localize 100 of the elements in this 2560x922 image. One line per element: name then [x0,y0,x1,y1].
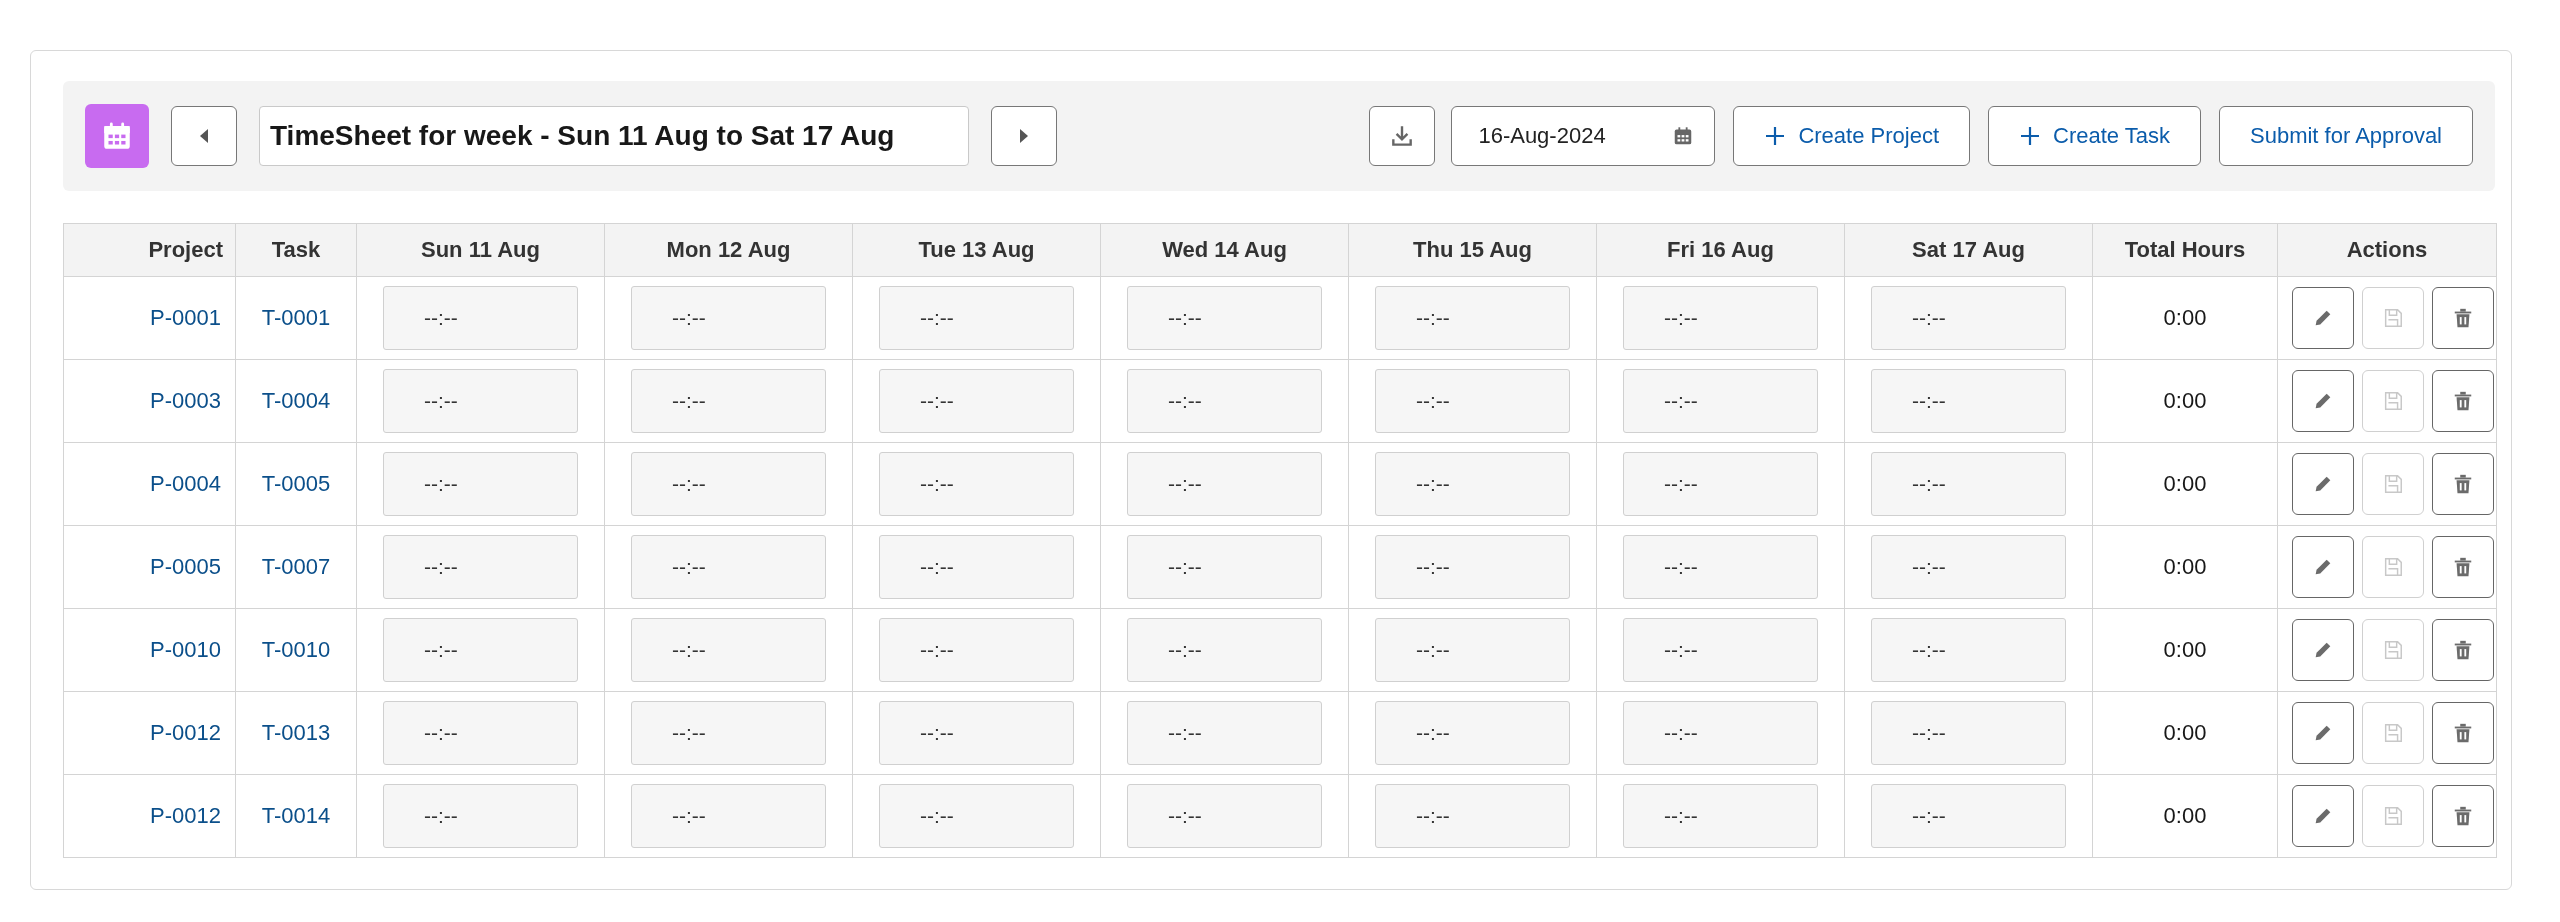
time-input-field[interactable]: --:-- [1127,784,1322,848]
action-button[interactable] [2292,785,2354,847]
time-input-field[interactable]: --:-- [1127,369,1322,433]
action-button[interactable] [2292,287,2354,349]
task-link[interactable]: T-0001 [261,305,331,330]
time-input-field[interactable]: --:-- [1375,701,1570,765]
column-header: Thu 15 Aug [1348,223,1597,277]
time-input-field[interactable]: --:-- [383,784,578,848]
toolbar-button[interactable]: Submit for Approval [2219,106,2473,166]
time-input-field[interactable]: --:-- [631,535,826,599]
project-link[interactable]: P-0010 [150,637,221,662]
time-input-field[interactable]: --:-- [631,286,826,350]
time-input-field[interactable]: --:-- [1375,286,1570,350]
week-title-field[interactable]: TimeSheet for week - Sun 11 Aug to Sat 17 Aug [259,106,969,166]
column-header: Tue 13 Aug [852,223,1101,277]
action-button[interactable] [2432,785,2494,847]
action-button[interactable] [2432,619,2494,681]
action-button[interactable] [2432,287,2494,349]
time-input-field[interactable]: --:-- [1871,286,2066,350]
previous-week-button[interactable] [171,106,237,166]
project-link[interactable]: P-0005 [150,554,221,579]
time-input-field[interactable]: --:-- [1871,535,2066,599]
task-link[interactable]: T-0014 [261,803,331,828]
action-button[interactable] [2432,536,2494,598]
download-button[interactable] [1369,106,1436,166]
task-link[interactable]: T-0013 [261,720,331,745]
time-input-field[interactable]: --:-- [383,535,578,599]
time-input-field[interactable]: --:-- [1127,618,1322,682]
plus-icon [2019,125,2042,147]
time-input-field[interactable]: --:-- [1623,286,1818,350]
time-input-field[interactable]: --:-- [1375,452,1570,516]
time-input-field[interactable]: --:-- [631,618,826,682]
column-header: Fri 16 Aug [1596,223,1845,277]
time-input-field[interactable]: --:-- [1375,618,1570,682]
action-button[interactable] [2292,619,2354,681]
time-input-field[interactable]: --:-- [1623,701,1818,765]
total-hours: 0:00 [2163,305,2207,330]
time-input-field[interactable]: --:-- [1871,701,2066,765]
task-link[interactable]: T-0007 [261,554,331,579]
time-input-field[interactable]: --:-- [879,618,1074,682]
column-header: Sun 11 Aug [356,223,605,277]
time-input-field[interactable]: --:-- [879,286,1074,350]
time-input-field[interactable]: --:-- [631,701,826,765]
action-button[interactable] [2432,453,2494,515]
time-input-field[interactable]: --:-- [1871,784,2066,848]
time-input-field[interactable]: --:-- [879,535,1074,599]
trash-icon [2452,390,2474,412]
action-button[interactable] [2292,453,2354,515]
project-link[interactable]: P-0012 [150,803,221,828]
time-input-field[interactable]: --:-- [1623,535,1818,599]
time-input-field[interactable]: --:-- [383,369,578,433]
time-input-field[interactable]: --:-- [879,369,1074,433]
total-hours: 0:00 [2163,471,2207,496]
time-input-field[interactable]: --:-- [631,452,826,516]
toolbar-button[interactable]: Create Task [1988,106,2201,166]
task-link[interactable]: T-0010 [261,637,331,662]
time-input-field[interactable]: --:-- [631,784,826,848]
action-button[interactable] [2292,702,2354,764]
column-header: Mon 12 Aug [604,223,853,277]
time-input-field[interactable]: --:-- [383,452,578,516]
time-input-field[interactable]: --:-- [383,701,578,765]
time-input-field[interactable]: --:-- [383,286,578,350]
next-week-button[interactable] [991,106,1057,166]
project-link[interactable]: P-0012 [150,720,221,745]
time-input-field[interactable]: --:-- [1623,618,1818,682]
time-input-field[interactable]: --:-- [1871,452,2066,516]
time-input-field[interactable]: --:-- [1375,784,1570,848]
time-input-field[interactable]: --:-- [1127,452,1322,516]
time-input-field[interactable]: --:-- [1127,535,1322,599]
time-input-field[interactable]: --:-- [383,618,578,682]
time-input-field[interactable]: --:-- [1127,286,1322,350]
column-header: Actions [2277,223,2497,277]
date-field[interactable]: 16-Aug-2024 [1451,106,1716,166]
project-link[interactable]: P-0004 [150,471,221,496]
time-input-field[interactable]: --:-- [879,784,1074,848]
time-input-field[interactable]: --:-- [1623,369,1818,433]
action-button[interactable] [2292,370,2354,432]
time-input-field[interactable]: --:-- [1871,369,2066,433]
toolbar-button[interactable]: Create Project [1733,106,1971,166]
action-button[interactable] [2292,536,2354,598]
action-button[interactable] [2432,370,2494,432]
time-input-field[interactable]: --:-- [1871,618,2066,682]
time-input-field[interactable]: --:-- [1623,784,1818,848]
time-input-field[interactable]: --:-- [1375,369,1570,433]
column-header: Sat 17 Aug [1844,223,2093,277]
total-hours: 0:00 [2163,554,2207,579]
task-link[interactable]: T-0005 [261,471,331,496]
time-input-field[interactable]: --:-- [879,452,1074,516]
time-input-field[interactable]: --:-- [1623,452,1818,516]
total-hours: 0:00 [2163,388,2207,413]
column-header: Total Hours [2092,223,2278,277]
time-input-field[interactable]: --:-- [1127,701,1322,765]
time-input-field[interactable]: --:-- [631,369,826,433]
project-link[interactable]: P-0003 [150,388,221,413]
trash-icon [2452,805,2474,827]
time-input-field[interactable]: --:-- [879,701,1074,765]
task-link[interactable]: T-0004 [261,388,331,413]
project-link[interactable]: P-0001 [150,305,221,330]
action-button[interactable] [2432,702,2494,764]
time-input-field[interactable]: --:-- [1375,535,1570,599]
